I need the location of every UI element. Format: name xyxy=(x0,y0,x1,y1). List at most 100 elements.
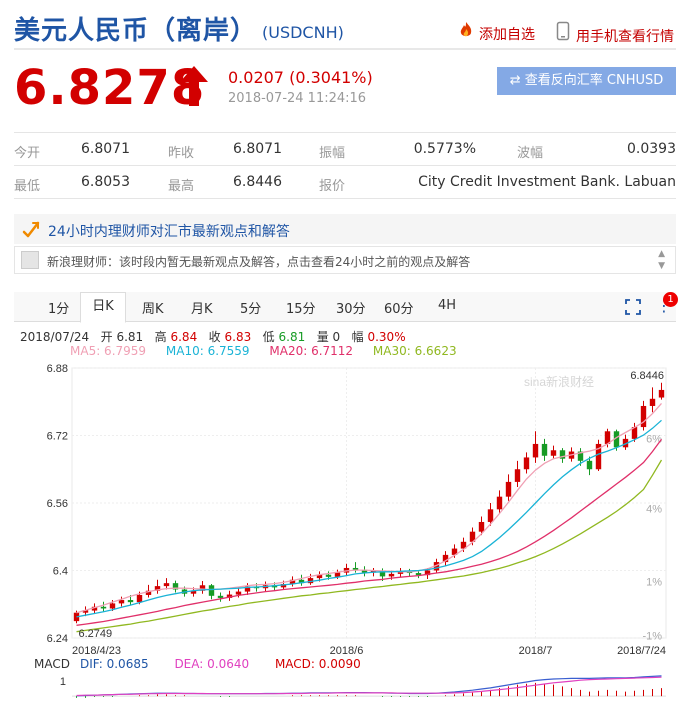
add-favorite-label: 添加自选 xyxy=(479,27,535,43)
macd-chart[interactable]: 1 xyxy=(14,670,676,705)
candle-body xyxy=(136,594,143,603)
watermark: sina新浪财经 xyxy=(524,374,594,389)
bar-high-label: 高 xyxy=(154,330,167,344)
ma5-legend: MA5: 6.7959 xyxy=(70,344,147,358)
bar-low-value: 6.81 xyxy=(278,330,306,344)
tab-15min[interactable]: 15分 xyxy=(286,298,316,317)
candle-body xyxy=(550,450,557,456)
tab-5min[interactable]: 5分 xyxy=(240,298,261,317)
fullscreen-icon[interactable] xyxy=(625,299,641,315)
y-tick-label: 6.24 xyxy=(47,633,68,645)
tab-1min[interactable]: 1分 xyxy=(48,298,69,317)
ma-legend: MA5: 6.7959 MA10: 6.7559 MA20: 6.7112 MA… xyxy=(70,344,473,358)
avatar xyxy=(21,251,39,269)
bar-open-value: 6.81 xyxy=(116,330,144,344)
amplitude-label: 振幅 xyxy=(319,146,346,161)
bar-info: 2018/07/24 开 6.81 高 6.84 收 6.83 低 6.81 量… xyxy=(20,328,406,345)
candle-body xyxy=(217,595,224,598)
quote-source-value: City Credit Investment Bank. Labuan xyxy=(418,174,676,190)
candle-body xyxy=(505,481,512,497)
candle-body xyxy=(352,567,359,570)
y-tick-label: 6.88 xyxy=(47,363,68,375)
notification-badge[interactable]: 1 xyxy=(663,292,678,307)
quote-source-label: 报价 xyxy=(319,179,346,194)
candle-body xyxy=(388,573,395,577)
candle-body xyxy=(208,585,215,596)
bar-low-label: 低 xyxy=(262,330,275,344)
dif-legend: DIF: 0.0685 xyxy=(80,657,149,671)
bar-volume-label: 量 xyxy=(316,330,329,344)
tab-daily-k[interactable]: 日K xyxy=(80,292,126,323)
candle-body xyxy=(514,469,521,482)
bar-close-value: 6.83 xyxy=(224,330,252,344)
open-label: 今开 xyxy=(14,146,41,161)
moving-average-lines xyxy=(76,402,663,633)
amplitude-value: 0.5773% xyxy=(413,141,476,157)
tab-weekly-k[interactable]: 周K xyxy=(142,298,164,317)
candle-body xyxy=(532,443,539,458)
chart-grid xyxy=(71,367,667,639)
phone-icon xyxy=(554,21,572,45)
candle-body xyxy=(496,496,503,510)
reverse-rate-button[interactable]: ⇄ 查看反向汇率 CNHUSD xyxy=(497,67,676,95)
right-tick-label: 1% xyxy=(646,576,662,588)
flame-icon xyxy=(457,21,475,43)
tab-monthly-k[interactable]: 月K xyxy=(191,298,213,317)
advisor-banner[interactable]: 24小时内理财师对汇市最新观点和解答 xyxy=(14,214,676,244)
candlestick-chart[interactable]: 6.886.726.566.46.24 6%4%1%-1% 2018/4/23 2… xyxy=(14,360,676,660)
min-annotation: 6.2749 xyxy=(79,628,113,640)
current-price: 6.8278 xyxy=(14,60,206,116)
max-annotation: 6.8446 xyxy=(630,370,664,382)
right-tick-label: 6% xyxy=(646,433,662,445)
page-title: 美元人民币（离岸） xyxy=(14,16,258,46)
candle-body xyxy=(649,398,656,406)
candle-body xyxy=(586,460,593,470)
chart-period-tabs: 1分 日K 周K 月K 5分 15分 30分 60分 4H ⋮ 1 xyxy=(14,292,678,323)
tab-4h[interactable]: 4H xyxy=(438,298,456,313)
ma5-line xyxy=(76,402,662,614)
bar-date: 2018/07/24 xyxy=(20,330,90,344)
bar-high-value: 6.84 xyxy=(170,330,198,344)
prev-close-value: 6.8071 xyxy=(233,141,282,157)
stats-row: 最低 6.8053 最高 6.8446 报价 City Credit Inves… xyxy=(14,166,676,199)
candle-body xyxy=(658,389,665,398)
macd-legend: DIF: 0.0685 DEA: 0.0640 MACD: 0.0090 xyxy=(80,657,383,671)
stats-table: 今开 6.8071 昨收 6.8071 振幅 0.5773% 波幅 0.0393… xyxy=(14,132,676,199)
open-value: 6.8071 xyxy=(81,141,130,157)
y-axis-labels: 6.88 6.72 6.56 6.4 6.24 xyxy=(47,363,68,645)
candle-body xyxy=(541,443,548,456)
symbol-code: (USDCNH) xyxy=(262,23,344,42)
page-header: 美元人民币（离岸） (USDCNH) 添加自选 用手机查看行情 xyxy=(14,8,676,50)
candle-body xyxy=(118,600,125,604)
stats-row: 今开 6.8071 昨收 6.8071 振幅 0.5773% 波幅 0.0393 xyxy=(14,133,676,166)
y-tick-label: 6.72 xyxy=(47,431,68,443)
low-value: 6.8053 xyxy=(81,174,130,190)
ma10-legend: MA10: 6.7559 xyxy=(165,344,250,358)
up-arrow-icon xyxy=(180,66,208,106)
scroll-arrows-icon[interactable]: ▲ ▼ xyxy=(658,248,665,272)
candle-body xyxy=(523,457,530,470)
wave-value: 0.0393 xyxy=(627,141,676,157)
tab-60min[interactable]: 60分 xyxy=(384,298,414,317)
macd-label: MACD xyxy=(34,657,70,671)
bar-range-value: 0.30% xyxy=(367,330,406,344)
y-tick-label: 6.56 xyxy=(47,498,68,510)
add-favorite-button[interactable]: 添加自选 xyxy=(457,21,535,44)
x-tick-label: 2018/7 xyxy=(519,645,553,657)
macd-histogram xyxy=(72,682,666,698)
candle-body xyxy=(325,574,332,577)
candle-body xyxy=(100,606,107,609)
high-value: 6.8446 xyxy=(233,174,282,190)
ma30-line xyxy=(76,459,663,633)
advisor-message-box[interactable]: 新浪理财师：该时段内暂无最新观点及解答，点击查看24小时之前的观点及解答 ▲ ▼ xyxy=(14,246,676,274)
right-tick-label: -1% xyxy=(642,630,662,642)
mobile-view-button[interactable]: 用手机查看行情 xyxy=(554,21,674,46)
prev-close-label: 昨收 xyxy=(168,146,195,161)
tab-30min[interactable]: 30分 xyxy=(336,298,366,317)
right-tick-label: 4% xyxy=(646,504,662,516)
bar-volume-value: 0 xyxy=(332,330,341,344)
candle-body xyxy=(109,603,116,609)
bar-range-label: 幅 xyxy=(351,330,364,344)
advisor-headline: 24小时内理财师对汇市最新观点和解答 xyxy=(48,224,290,240)
x-tick-label: 2018/6 xyxy=(330,645,364,657)
